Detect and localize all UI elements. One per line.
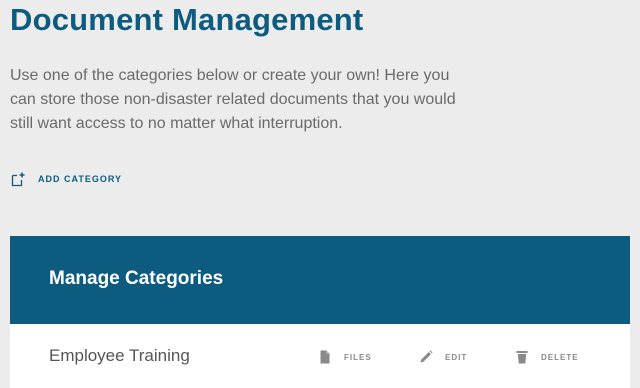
category-name: Employee Training	[49, 346, 190, 365]
page: Document Management Use one of the categ…	[0, 0, 640, 388]
file-icon	[318, 350, 332, 364]
category-list: Employee Training FILES EDIT DELETE	[10, 324, 630, 388]
intro-text: Use one of the categories below or creat…	[10, 67, 456, 132]
page-title: Document Management	[10, 2, 364, 37]
add-category-button[interactable]: ADD CATEGORY	[10, 170, 122, 188]
manage-categories-panel: Manage Categories Employee Training FILE…	[10, 236, 630, 388]
files-label: FILES	[344, 352, 372, 362]
add-category-label: ADD CATEGORY	[38, 174, 122, 184]
delete-button[interactable]: DELETE	[515, 348, 579, 366]
edit-label: EDIT	[445, 352, 468, 362]
pencil-icon	[419, 350, 433, 364]
panel-header: Manage Categories	[10, 236, 630, 324]
trash-icon	[515, 350, 529, 364]
delete-label: DELETE	[541, 352, 579, 362]
panel-title: Manage Categories	[49, 268, 224, 289]
category-row: Employee Training FILES EDIT DELETE	[10, 324, 630, 388]
edit-button[interactable]: EDIT	[419, 348, 467, 366]
add-document-icon	[10, 171, 26, 187]
files-button[interactable]: FILES	[318, 348, 372, 366]
